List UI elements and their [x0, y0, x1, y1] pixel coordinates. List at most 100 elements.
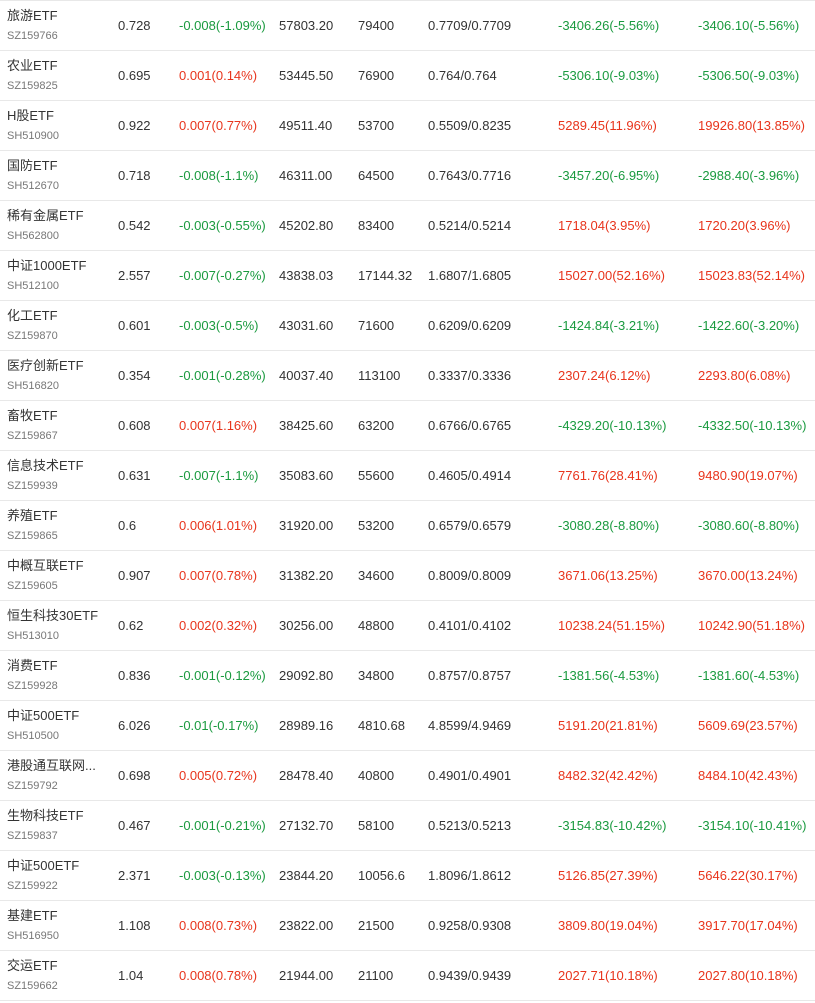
volume-cell: 113100	[358, 368, 401, 383]
range-cell: 4.8599/4.9469	[428, 718, 512, 733]
fund-cell[interactable]: 农业ETF SZ159825	[7, 57, 107, 95]
fund-cell[interactable]: 信息技术ETF SZ159939	[7, 457, 107, 495]
price-cell: 0.922	[118, 118, 151, 133]
change-cell: 0.006(1.01%)	[179, 518, 258, 533]
fund-name[interactable]: 中证500ETF	[7, 857, 103, 875]
fund-cell[interactable]: 中概互联ETF SZ159605	[7, 557, 107, 595]
fund-cell[interactable]: 畜牧ETF SZ159867	[7, 407, 107, 445]
table-row[interactable]: 稀有金属ETF SH562800 0.542 -0.003(-0.55%) 45…	[0, 201, 815, 251]
table-row[interactable]: 中证500ETF SZ159922 2.371 -0.003(-0.13%) 2…	[0, 851, 815, 901]
range-cell: 0.9439/0.9439	[428, 968, 512, 983]
fund-cell[interactable]: 中证500ETF SZ159922	[7, 857, 107, 895]
profit-cell-1: -5306.10(-9.03%)	[558, 68, 660, 83]
table-row[interactable]: 基建ETF SH516950 1.108 0.008(0.73%) 23822.…	[0, 901, 815, 951]
fund-cell[interactable]: 化工ETF SZ159870	[7, 307, 107, 345]
profit-cell-1: -4329.20(-10.13%)	[558, 418, 667, 433]
fund-name[interactable]: 基建ETF	[7, 907, 103, 925]
etf-table: 旅游ETF SZ159766 0.728 -0.008(-1.09%) 5780…	[0, 0, 815, 1001]
change-cell: 0.005(0.72%)	[179, 768, 258, 783]
amount-cell: 53445.50	[279, 68, 334, 83]
fund-code: SH516950	[7, 930, 59, 942]
fund-cell[interactable]: 稀有金属ETF SH562800	[7, 207, 107, 245]
fund-cell[interactable]: 生物科技ETF SZ159837	[7, 807, 107, 845]
fund-code: SZ159837	[7, 830, 58, 842]
fund-name[interactable]: 中证500ETF	[7, 707, 103, 725]
fund-cell[interactable]: 国防ETF SH512670	[7, 157, 107, 195]
table-row[interactable]: H股ETF SH510900 0.922 0.007(0.77%) 49511.…	[0, 101, 815, 151]
fund-name[interactable]: 稀有金属ETF	[7, 207, 103, 225]
fund-cell[interactable]: 中证500ETF SH510500	[7, 707, 107, 745]
fund-cell[interactable]: 交运ETF SZ159662	[7, 957, 107, 995]
change-cell: -0.008(-1.09%)	[179, 18, 266, 33]
table-row[interactable]: 中证1000ETF SH512100 2.557 -0.007(-0.27%) …	[0, 251, 815, 301]
table-row[interactable]: 国防ETF SH512670 0.718 -0.008(-1.1%) 46311…	[0, 151, 815, 201]
fund-cell[interactable]: 中证1000ETF SH512100	[7, 257, 107, 295]
fund-cell[interactable]: 港股通互联网... SZ159792	[7, 757, 107, 795]
fund-name[interactable]: 旅游ETF	[7, 7, 103, 25]
fund-name[interactable]: 消费ETF	[7, 657, 103, 675]
table-row[interactable]: 港股通互联网... SZ159792 0.698 0.005(0.72%) 28…	[0, 751, 815, 801]
fund-name[interactable]: 医疗创新ETF	[7, 357, 103, 375]
fund-name[interactable]: 信息技术ETF	[7, 457, 103, 475]
profit-cell-2: 3670.00(13.24%)	[698, 568, 798, 583]
table-row[interactable]: 养殖ETF SZ159865 0.6 0.006(1.01%) 31920.00…	[0, 501, 815, 551]
table-row[interactable]: 旅游ETF SZ159766 0.728 -0.008(-1.09%) 5780…	[0, 0, 815, 51]
profit-cell-1: 8482.32(42.42%)	[558, 768, 658, 783]
fund-code: SH510900	[7, 130, 59, 142]
profit-cell-2: -3406.10(-5.56%)	[698, 18, 800, 33]
table-row[interactable]: 化工ETF SZ159870 0.601 -0.003(-0.5%) 43031…	[0, 301, 815, 351]
table-row[interactable]: 消费ETF SZ159928 0.836 -0.001(-0.12%) 2909…	[0, 651, 815, 701]
fund-cell[interactable]: H股ETF SH510900	[7, 107, 107, 145]
volume-cell: 83400	[358, 218, 395, 233]
profit-cell-2: -2988.40(-3.96%)	[698, 168, 800, 183]
amount-cell: 31382.20	[279, 568, 334, 583]
profit-cell-1: -1424.84(-3.21%)	[558, 318, 660, 333]
fund-name[interactable]: 养殖ETF	[7, 507, 103, 525]
fund-cell[interactable]: 恒生科技30ETF SH513010	[7, 607, 107, 645]
change-cell: -0.001(-0.12%)	[179, 668, 266, 683]
table-row[interactable]: 医疗创新ETF SH516820 0.354 -0.001(-0.28%) 40…	[0, 351, 815, 401]
fund-name[interactable]: 恒生科技30ETF	[7, 607, 103, 625]
fund-cell[interactable]: 旅游ETF SZ159766	[7, 7, 107, 45]
table-row[interactable]: 中证500ETF SH510500 6.026 -0.01(-0.17%) 28…	[0, 701, 815, 751]
profit-cell-1: -3406.26(-5.56%)	[558, 18, 660, 33]
change-cell: -0.003(-0.13%)	[179, 868, 266, 883]
profit-cell-2: 10242.90(51.18%)	[698, 618, 805, 633]
table-row[interactable]: 农业ETF SZ159825 0.695 0.001(0.14%) 53445.…	[0, 51, 815, 101]
fund-code: SZ159766	[7, 30, 58, 42]
profit-cell-2: 2293.80(6.08%)	[698, 368, 791, 383]
fund-name[interactable]: 交运ETF	[7, 957, 103, 975]
fund-name[interactable]: 中证1000ETF	[7, 257, 103, 275]
table-row[interactable]: 信息技术ETF SZ159939 0.631 -0.007(-1.1%) 350…	[0, 451, 815, 501]
fund-cell[interactable]: 养殖ETF SZ159865	[7, 507, 107, 545]
amount-cell: 23822.00	[279, 918, 334, 933]
fund-name[interactable]: H股ETF	[7, 107, 103, 125]
range-cell: 0.8009/0.8009	[428, 568, 512, 583]
fund-name[interactable]: 化工ETF	[7, 307, 103, 325]
fund-code: SZ159870	[7, 330, 58, 342]
profit-cell-2: -5306.50(-9.03%)	[698, 68, 800, 83]
range-cell: 0.6209/0.6209	[428, 318, 512, 333]
fund-name[interactable]: 中概互联ETF	[7, 557, 103, 575]
fund-name[interactable]: 农业ETF	[7, 57, 103, 75]
fund-cell[interactable]: 基建ETF SH516950	[7, 907, 107, 945]
profit-cell-1: 5289.45(11.96%)	[558, 118, 657, 133]
profit-cell-1: 3671.06(13.25%)	[558, 568, 658, 583]
table-row[interactable]: 恒生科技30ETF SH513010 0.62 0.002(0.32%) 302…	[0, 601, 815, 651]
fund-code: SH512100	[7, 280, 59, 292]
volume-cell: 4810.68	[358, 718, 405, 733]
volume-cell: 34800	[358, 668, 395, 683]
price-cell: 0.608	[118, 418, 151, 433]
table-row[interactable]: 交运ETF SZ159662 1.04 0.008(0.78%) 21944.0…	[0, 951, 815, 1001]
fund-name[interactable]: 畜牧ETF	[7, 407, 103, 425]
fund-name[interactable]: 港股通互联网...	[7, 757, 103, 775]
fund-name[interactable]: 国防ETF	[7, 157, 103, 175]
fund-name[interactable]: 生物科技ETF	[7, 807, 103, 825]
table-row[interactable]: 中概互联ETF SZ159605 0.907 0.007(0.78%) 3138…	[0, 551, 815, 601]
fund-cell[interactable]: 医疗创新ETF SH516820	[7, 357, 107, 395]
range-cell: 0.7643/0.7716	[428, 168, 512, 183]
fund-code: SH562800	[7, 230, 59, 242]
table-row[interactable]: 生物科技ETF SZ159837 0.467 -0.001(-0.21%) 27…	[0, 801, 815, 851]
table-row[interactable]: 畜牧ETF SZ159867 0.608 0.007(1.16%) 38425.…	[0, 401, 815, 451]
fund-cell[interactable]: 消费ETF SZ159928	[7, 657, 107, 695]
